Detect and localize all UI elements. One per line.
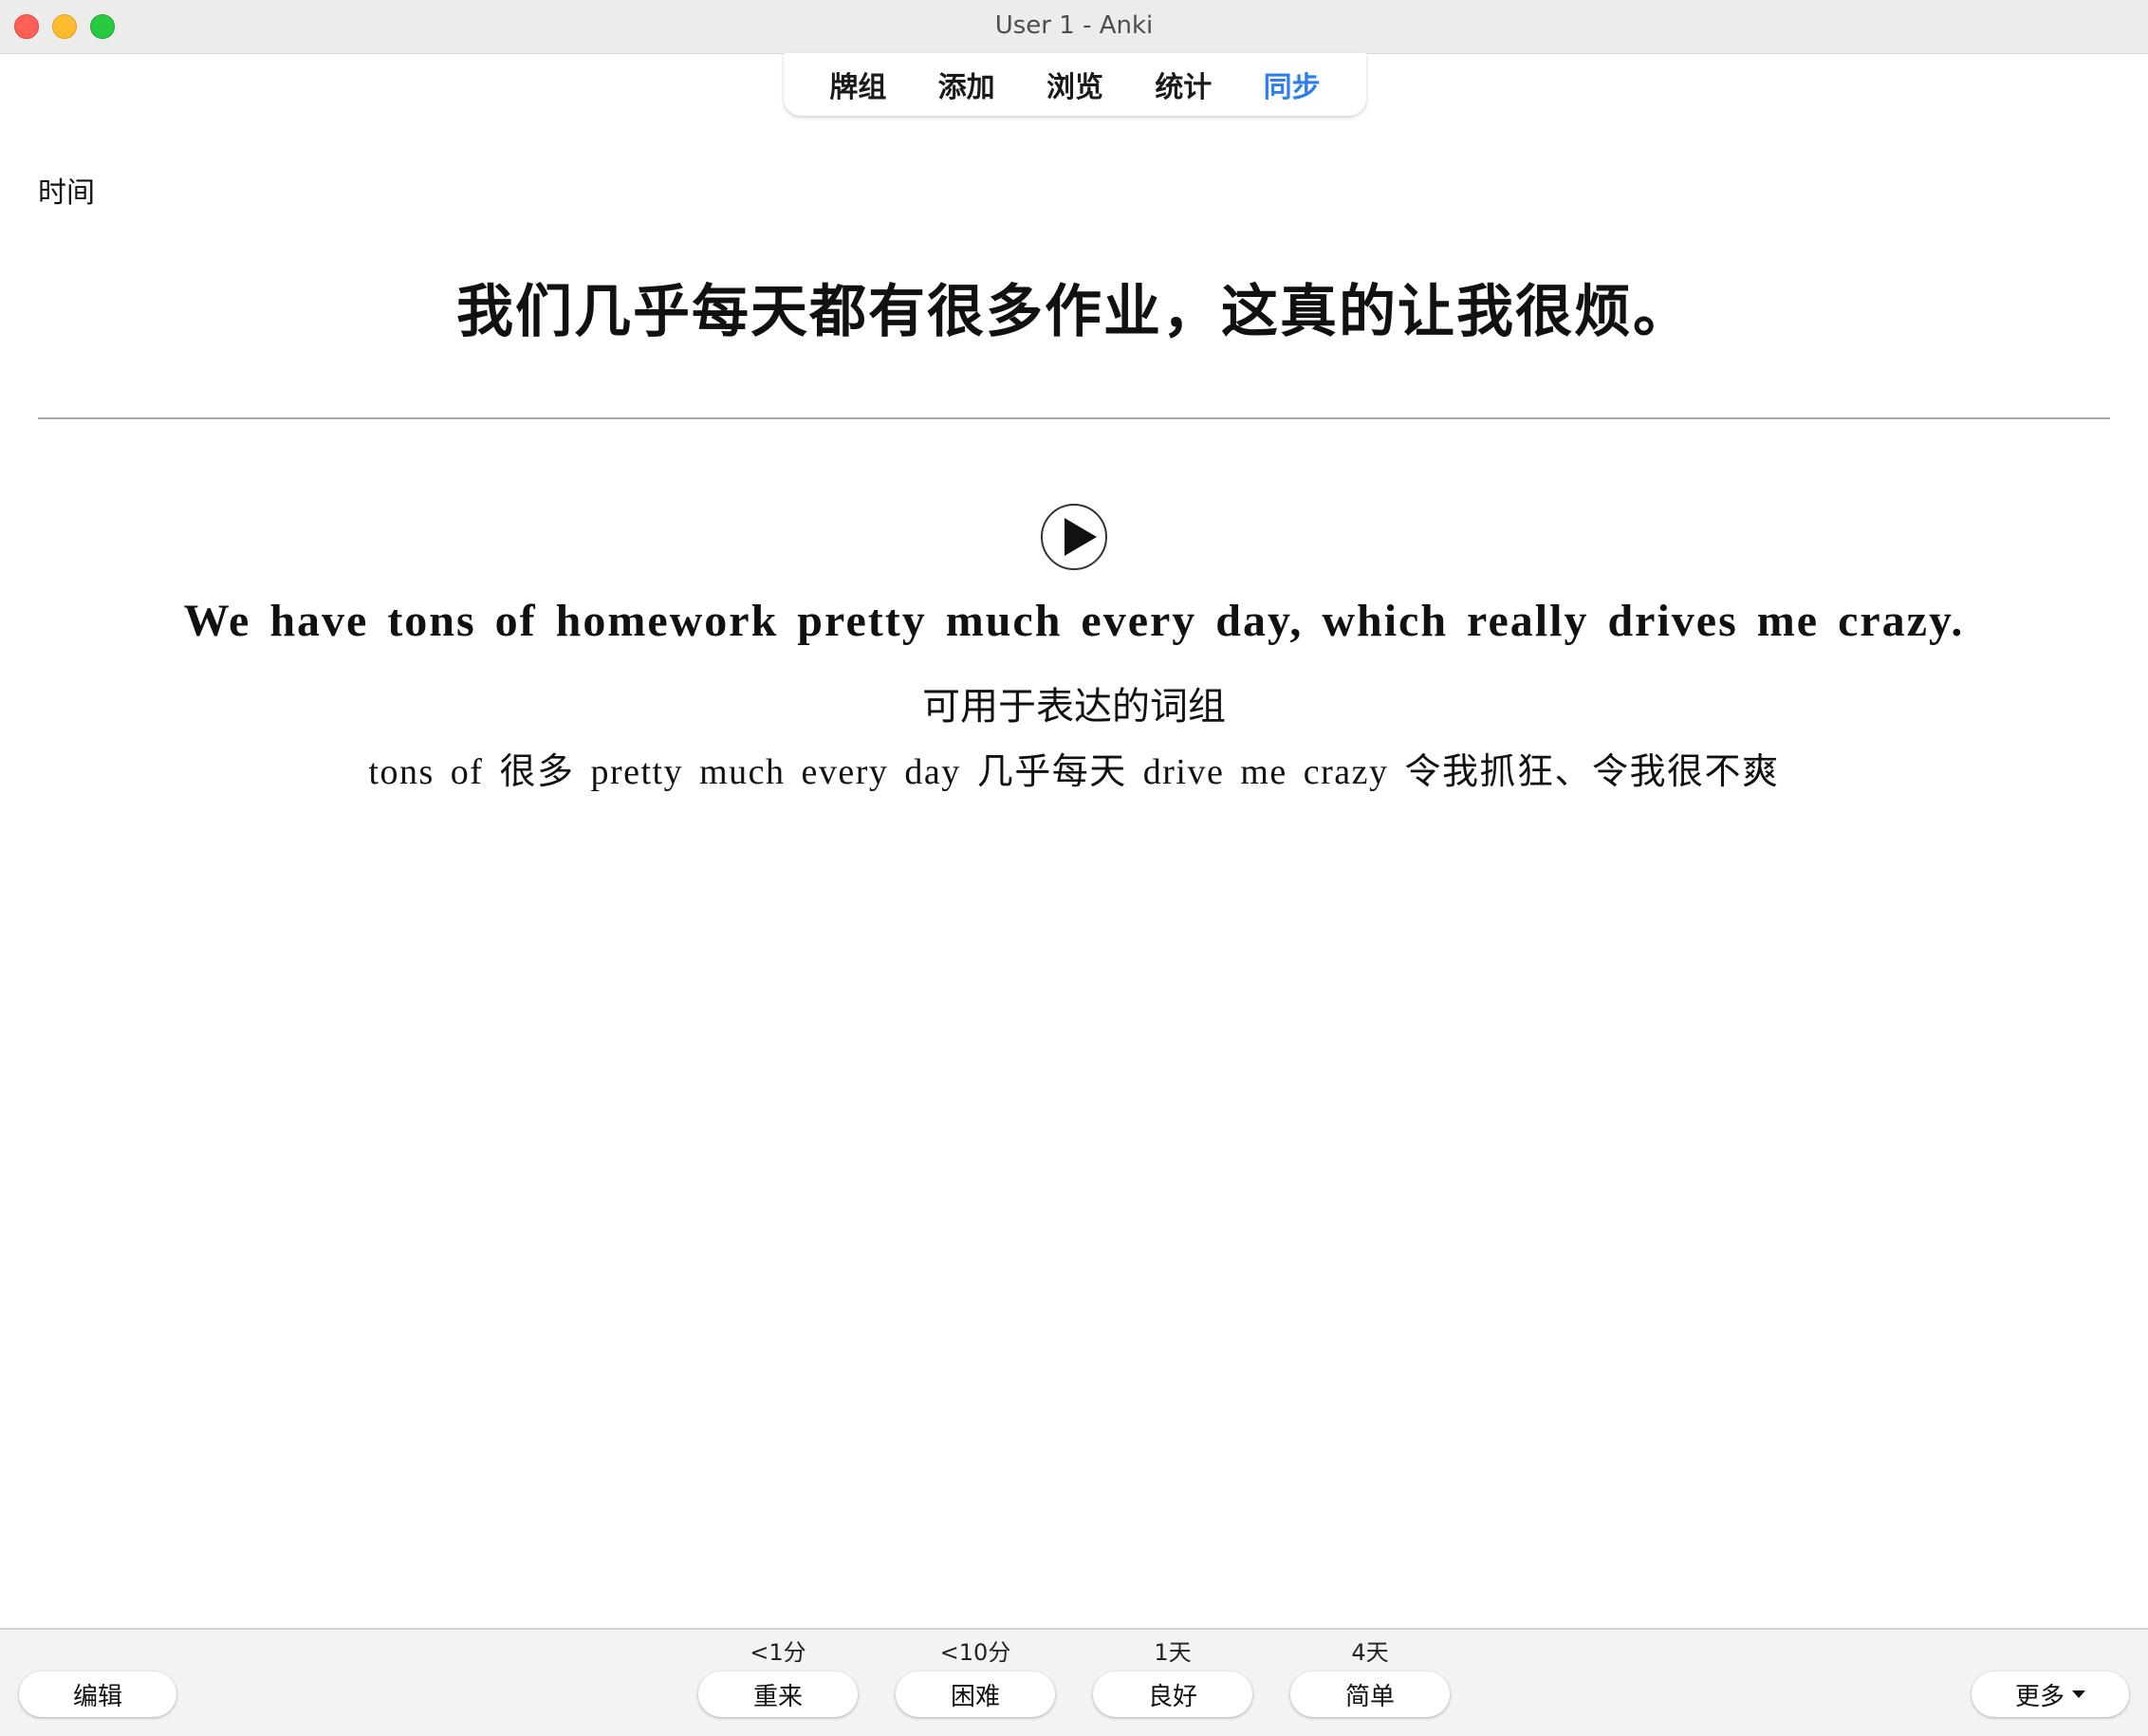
anki-window: User 1 - Anki 牌组 添加 浏览 统计 同步 时间 我们几乎每天都有… <box>0 0 2148 1736</box>
tab-stats[interactable]: 统计 <box>1149 64 1217 105</box>
review-bottom-bar: 编辑 <1分 重来 <10分 困难 1天 良好 4天 简单 更多 <box>0 1628 2148 1736</box>
hard-button[interactable]: 困难 <box>896 1671 1055 1717</box>
easy-interval: 4天 <box>1351 1639 1389 1666</box>
chevron-down-icon <box>2072 1690 2085 1698</box>
good-button-label: 良好 <box>1147 1682 1197 1711</box>
good-button[interactable]: 良好 <box>1093 1671 1252 1717</box>
answer-divider <box>38 417 2110 419</box>
tab-decks[interactable]: 牌组 <box>824 64 892 105</box>
card-front-text: 我们几乎每天都有很多作业，这真的让我很烦。 <box>456 279 1692 345</box>
edit-button[interactable]: 编辑 <box>19 1671 176 1717</box>
more-button-label: 更多 <box>2014 1682 2065 1711</box>
card-view: 时间 我们几乎每天都有很多作业，这真的让我很烦。 We have tons of… <box>0 116 2148 1628</box>
main-toolbar: 牌组 添加 浏览 统计 同步 <box>784 53 1366 116</box>
hard-interval: <10分 <box>939 1639 1011 1666</box>
window-title: User 1 - Anki <box>994 11 1154 40</box>
edit-button-label: 编辑 <box>72 1682 122 1711</box>
again-button-label: 重来 <box>752 1682 803 1711</box>
good-interval: 1天 <box>1154 1639 1192 1666</box>
again-interval: <1分 <box>750 1639 806 1666</box>
card-back-english: We have tons of homework pretty much eve… <box>183 596 1965 646</box>
phrase-list: tons of 很多 pretty much every day 几乎每天 dr… <box>368 752 1780 792</box>
tab-browse[interactable]: 浏览 <box>1041 64 1109 105</box>
more-button[interactable]: 更多 <box>1972 1671 2129 1717</box>
hard-button-label: 困难 <box>950 1682 1000 1711</box>
easy-button[interactable]: 简单 <box>1290 1671 1450 1717</box>
tab-sync[interactable]: 同步 <box>1258 64 1326 105</box>
phrase-heading: 可用于表达的词组 <box>922 685 1226 729</box>
title-bar[interactable]: User 1 - Anki <box>0 0 2148 54</box>
easy-button-label: 简单 <box>1344 1682 1395 1711</box>
deck-label: 时间 <box>38 176 95 210</box>
play-icon[interactable] <box>1040 503 1108 571</box>
again-button[interactable]: 重来 <box>698 1671 858 1717</box>
tab-add[interactable]: 添加 <box>933 64 1001 105</box>
